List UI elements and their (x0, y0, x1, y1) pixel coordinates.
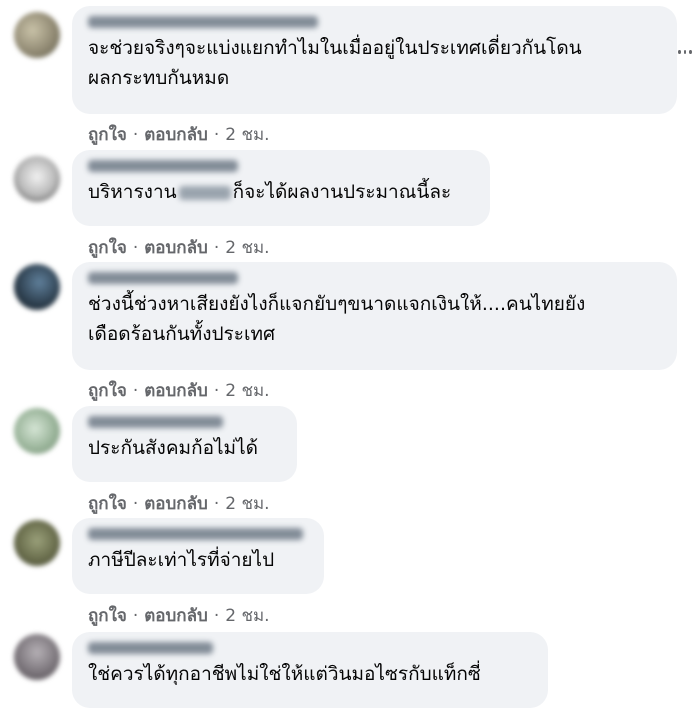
comment-bubble: ประกันสังคมก้อไม่ได้ (72, 406, 297, 482)
reply-button[interactable]: ตอบกลับ (144, 234, 208, 261)
reply-button[interactable]: ตอบกลับ (144, 121, 208, 148)
timestamp[interactable]: 2 ชม. (225, 490, 269, 517)
comment-text-end: ก็จะได้ผลงานประมาณนี้ละ (232, 181, 452, 203)
avatar[interactable] (14, 634, 60, 680)
separator: · (213, 605, 220, 626)
more-options-icon[interactable] (678, 50, 693, 54)
comment-text: ใช่ควรได้ทุกอาชีพไม่ใช่ให้แต่วินมอไซรกับ… (88, 663, 481, 685)
separator: · (132, 380, 139, 401)
comment-bubble: ช่วงนี้ช่วงหาเสียงยังไงก็แจกยับๆขนาดแจกเ… (72, 262, 677, 370)
comment-bubble: ใช่ควรได้ทุกอาชีพไม่ใช่ให้แต่วินมอไซรกับ… (72, 632, 548, 708)
author-name[interactable] (88, 272, 238, 284)
like-button[interactable]: ถูกใจ (88, 377, 127, 404)
avatar[interactable] (14, 520, 60, 566)
comment-text: ช่วงนี้ช่วงหาเสียงยังไงก็แจกยับๆขนาดแจกเ… (88, 293, 586, 345)
reply-button[interactable]: ตอบกลับ (144, 490, 208, 517)
comment-actions: ถูกใจ · ตอบกลับ · 2 ชม. (88, 121, 270, 148)
like-button[interactable]: ถูกใจ (88, 602, 127, 629)
separator: · (213, 493, 220, 514)
like-button[interactable]: ถูกใจ (88, 234, 127, 261)
comment-text-start: บริหารงาน (88, 181, 177, 203)
reply-button[interactable]: ตอบกลับ (144, 602, 208, 629)
author-name[interactable] (88, 160, 238, 172)
timestamp[interactable]: 2 ชม. (225, 234, 269, 261)
author-name[interactable] (88, 642, 213, 654)
separator: · (132, 493, 139, 514)
avatar[interactable] (14, 264, 60, 310)
comment-text: ภาษีปีละเท่าไรที่จ่ายไป (88, 549, 275, 571)
like-button[interactable]: ถูกใจ (88, 490, 127, 517)
separator: · (132, 605, 139, 626)
timestamp[interactable]: 2 ชม. (225, 121, 269, 148)
separator: · (213, 237, 220, 258)
comment-bubble: จะช่วยจริงๆจะแบ่งแยกทำไมในเมื่ออยู่ในประ… (72, 6, 677, 114)
redacted-text (178, 185, 231, 200)
comment-actions: ถูกใจ · ตอบกลับ · 2 ชม. (88, 234, 270, 261)
comment-actions: ถูกใจ · ตอบกลับ · 2 ชม. (88, 377, 270, 404)
separator: · (213, 380, 220, 401)
comment-bubble: บริหารงาน ก็จะได้ผลงานประมาณนี้ละ (72, 150, 490, 226)
timestamp[interactable]: 2 ชม. (225, 377, 269, 404)
reply-button[interactable]: ตอบกลับ (144, 377, 208, 404)
comment-text: บริหารงาน ก็จะได้ผลงานประมาณนี้ละ (88, 177, 478, 207)
avatar[interactable] (14, 408, 60, 454)
comment-actions: ถูกใจ · ตอบกลับ · 2 ชม. (88, 602, 270, 629)
avatar[interactable] (14, 156, 60, 202)
author-name[interactable] (88, 528, 303, 540)
comment-actions: ถูกใจ · ตอบกลับ · 2 ชม. (88, 490, 270, 517)
separator: · (132, 124, 139, 145)
comment-text: ประกันสังคมก้อไม่ได้ (88, 437, 258, 459)
avatar[interactable] (14, 12, 60, 58)
like-button[interactable]: ถูกใจ (88, 121, 127, 148)
separator: · (213, 124, 220, 145)
comment-bubble: ภาษีปีละเท่าไรที่จ่ายไป (72, 518, 324, 594)
timestamp[interactable]: 2 ชม. (225, 602, 269, 629)
separator: · (132, 237, 139, 258)
comment-text: จะช่วยจริงๆจะแบ่งแยกทำไมในเมื่ออยู่ในประ… (88, 37, 582, 89)
author-name[interactable] (88, 416, 223, 428)
author-name[interactable] (88, 16, 318, 28)
